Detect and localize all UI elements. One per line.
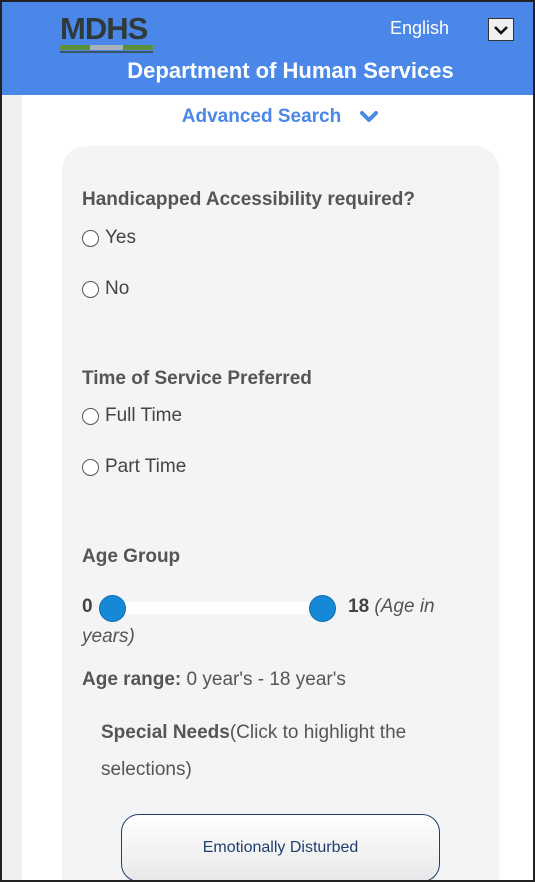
age-slider-min-handle[interactable]: [99, 595, 126, 622]
chevron-down-icon: [360, 111, 379, 122]
language-label: English: [390, 18, 450, 38]
emotionally-disturbed-button[interactable]: Emotionally Disturbed: [121, 814, 440, 880]
logo-text: MDHS: [60, 11, 148, 46]
age-range-value: 0 year's - 18 year's: [186, 669, 346, 690]
accessibility-yes-radio[interactable]: [82, 229, 99, 247]
age-min-value: 0: [82, 596, 93, 617]
app-frame: MDHS English Department of Human Service…: [0, 0, 535, 882]
part-time-radio[interactable]: [82, 458, 99, 476]
chevron-down-icon: [494, 25, 508, 35]
accessibility-no-radio[interactable]: [82, 280, 99, 298]
accessibility-no-option[interactable]: No: [82, 278, 129, 300]
age-slider-track[interactable]: [113, 602, 323, 614]
left-margin: [2, 95, 22, 880]
special-needs-label: Special Needs: [101, 722, 230, 743]
age-range-readout: Age range: 0 year's - 18 year's: [82, 669, 346, 691]
department-title: Department of Human Services: [127, 58, 454, 83]
accessibility-yes-option[interactable]: Yes: [82, 227, 136, 249]
advanced-search-toggle[interactable]: Advanced Search: [2, 106, 533, 128]
mdhs-logo[interactable]: MDHS: [60, 11, 155, 54]
full-time-option[interactable]: Full Time: [82, 405, 182, 427]
special-needs-heading: Special Needs(Click to highlight the sel…: [101, 714, 481, 788]
full-time-radio[interactable]: [82, 407, 99, 425]
age-max-value: 18: [348, 596, 370, 617]
age-slider-max-handle[interactable]: [309, 595, 336, 622]
age-max-label: 18 (Age in: [348, 596, 435, 618]
age-unit-end: years): [82, 626, 135, 647]
part-time-option[interactable]: Part Time: [82, 456, 186, 478]
service-time-question: Time of Service Preferred: [82, 368, 312, 389]
site-header: MDHS English Department of Human Service…: [2, 2, 533, 95]
accessibility-question: Handicapped Accessibility required?: [82, 189, 415, 210]
age-unit-start: (Age in: [374, 596, 435, 617]
advanced-search-label: Advanced Search: [181, 106, 342, 127]
age-range-label: Age range:: [82, 669, 182, 690]
age-group-label: Age Group: [82, 546, 181, 567]
language-dropdown[interactable]: [488, 18, 514, 41]
